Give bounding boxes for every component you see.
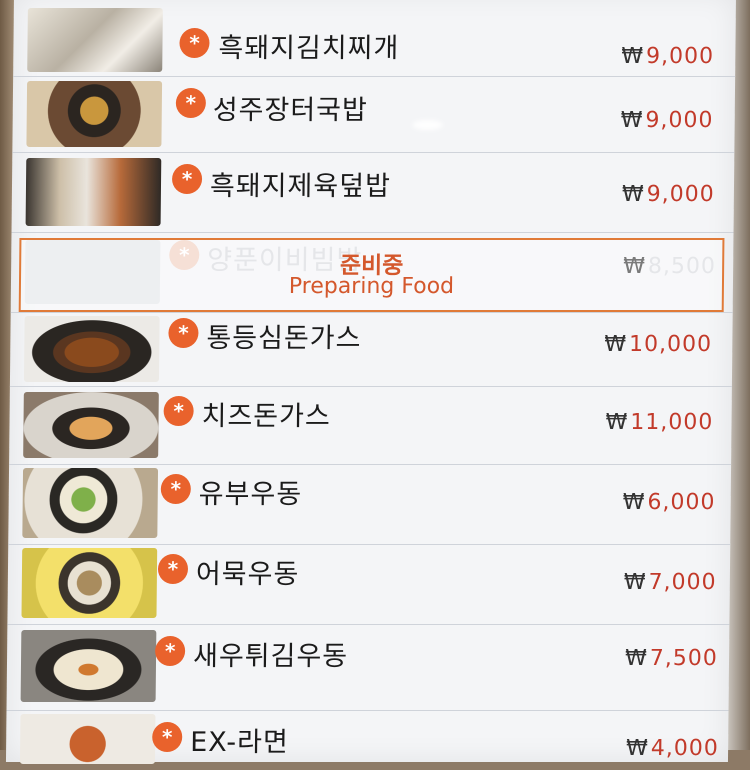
badge-icon: * <box>175 88 207 118</box>
menu-item-price: ₩11,000 <box>605 410 714 435</box>
menu-item-name: 치즈돈가스 <box>201 401 331 432</box>
dish-photo-rice-soup <box>26 81 163 147</box>
menu-item-name: 통등심돈가스 <box>206 323 362 354</box>
dish-photo-pork-cutlet <box>23 316 160 382</box>
badge-icon: * <box>152 722 183 752</box>
menu-row[interactable]: * 성주장터국밥 ₩9,000 <box>12 76 736 153</box>
menu-row[interactable]: * 흑돼지제육덮밥 ₩9,000 <box>11 152 735 233</box>
menu-row[interactable]: * 새우튀김우동 ₩7,500 <box>6 624 730 711</box>
menu-row[interactable]: * 흑돼지김치찌개 ₩9,000 <box>13 0 736 77</box>
menu-item-price: ₩10,000 <box>604 332 713 357</box>
preparing-english-label: Preparing Food <box>288 274 455 299</box>
menu-item-price: ₩6,000 <box>622 490 716 515</box>
dish-photo-pork-rice-bowl <box>25 158 162 226</box>
menu-item-price: ₩7,000 <box>623 570 717 595</box>
menu-item-price: ₩9,000 <box>621 44 715 69</box>
badge-icon: * <box>160 474 191 504</box>
badge-icon: * <box>171 164 203 194</box>
dish-photo-kimchi-stew <box>27 8 163 72</box>
badge-icon: * <box>179 28 210 58</box>
menu-item-name: 성주장터국밥 <box>212 95 369 126</box>
menu-row[interactable]: * 통등심돈가스 ₩10,000 <box>9 312 733 387</box>
preparing-food-banner: 준비중 Preparing Food <box>18 238 725 312</box>
menu-item-name: EX-라면 <box>190 727 289 758</box>
dish-photo-shrimp-tempura-udon <box>20 630 157 702</box>
menu-board: * 흑돼지김치찌개 ₩9,000 * 성주장터국밥 ₩9,000 * 흑돼지제육… <box>5 0 737 764</box>
menu-item-price: ₩9,000 <box>620 108 714 133</box>
menu-item-price: ₩4,000 <box>625 736 719 761</box>
dish-photo-cheese-cutlet <box>23 392 159 458</box>
dish-photo-ramen <box>19 714 156 764</box>
badge-icon: * <box>157 554 189 584</box>
menu-item-name: 유부우동 <box>198 479 303 510</box>
badge-icon: * <box>163 396 194 426</box>
screen-glare <box>412 120 443 130</box>
menu-row[interactable]: * 어묵우동 ₩7,000 <box>7 544 731 625</box>
menu-item-price: ₩7,500 <box>624 646 718 671</box>
menu-item-name: 흑돼지김치찌개 <box>218 33 400 64</box>
badge-icon: * <box>154 636 186 666</box>
badge-icon: * <box>168 318 199 348</box>
menu-item-price: ₩9,000 <box>621 182 715 207</box>
dish-photo-fishcake-udon <box>21 548 158 618</box>
menu-item-name: 어묵우동 <box>195 559 300 590</box>
menu-item-name: 흑돼지제육덮밥 <box>209 171 392 202</box>
menu-row[interactable]: * EX-라면 ₩4,000 <box>6 710 729 770</box>
dish-photo-fried-tofu-udon <box>22 468 159 538</box>
menu-row[interactable]: * 치즈돈가스 ₩11,000 <box>9 386 732 465</box>
menu-item-name: 새우튀김우동 <box>192 641 349 672</box>
menu-row[interactable]: * 유부우동 ₩6,000 <box>8 464 732 545</box>
